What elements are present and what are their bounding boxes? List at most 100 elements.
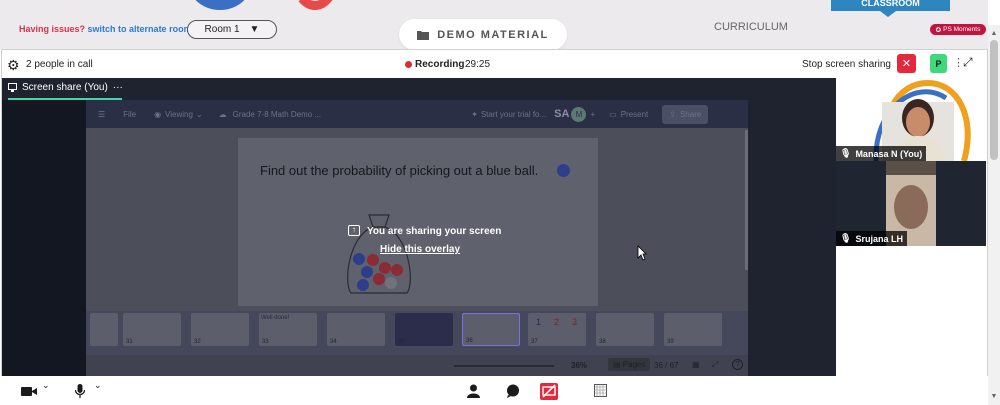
pages-icon: ▤ bbox=[613, 360, 621, 369]
thumbnail-number: 31 bbox=[126, 339, 133, 345]
caret-down-icon: ▼ bbox=[249, 24, 260, 35]
participant-name: Srujana LH bbox=[855, 233, 903, 244]
curriculum-tab[interactable]: CURRICULUM bbox=[714, 21, 788, 33]
add-icon: + bbox=[590, 109, 596, 119]
thumbnail-number: 34 bbox=[330, 339, 337, 345]
microphone-icon bbox=[74, 384, 86, 398]
whiteboard-button[interactable] bbox=[594, 384, 607, 400]
slide-canvas-scrollbar bbox=[745, 130, 748, 270]
doc-title: Grade 7-8 Math Demo ... bbox=[232, 109, 322, 119]
screen-share-tab-label: Screen share (You) bbox=[22, 82, 108, 93]
thumbnail-digit: 3 bbox=[572, 317, 578, 327]
alternate-room-link[interactable]: switch to alternate room bbox=[88, 24, 192, 34]
slide-thumbnail: 31 bbox=[123, 313, 181, 346]
grid-board-icon bbox=[594, 384, 607, 397]
thumbnail-digit: 2 bbox=[554, 317, 560, 327]
help-icon: ? bbox=[732, 359, 743, 370]
cloud-icon: ☁ bbox=[218, 109, 227, 119]
slide-thumbnail: 38 bbox=[596, 313, 654, 346]
blue-ball-icon bbox=[557, 164, 570, 177]
thumbnail-number: 33 bbox=[262, 339, 269, 345]
more-horizontal-icon[interactable]: ··· bbox=[113, 82, 123, 93]
eye-icon: ◉ bbox=[154, 109, 162, 119]
thumbnail-title: Well done! bbox=[261, 315, 290, 321]
hide-overlay-link[interactable]: Hide this overlay bbox=[380, 244, 460, 255]
thumbnail-number: 37 bbox=[531, 339, 538, 345]
screen-share-tab[interactable]: Screen share (You) ··· bbox=[8, 82, 123, 93]
menu-icon: ☰ bbox=[98, 109, 106, 119]
call-controls-bar bbox=[1, 376, 988, 405]
slide-thumbnail-partial bbox=[90, 313, 118, 346]
thumbnail-number: 39 bbox=[667, 339, 674, 345]
thumbnail-number: 32 bbox=[194, 339, 201, 345]
mouse-cursor-icon bbox=[637, 245, 647, 261]
slide-thumbnail: 39 bbox=[664, 313, 722, 346]
slide-thumbnail: 34 bbox=[327, 313, 385, 346]
chat-bubble-icon bbox=[507, 384, 519, 398]
zoom-level: 36% bbox=[571, 361, 588, 370]
scroll-down-icon[interactable]: ▼ bbox=[988, 393, 1000, 403]
chat-button[interactable] bbox=[506, 384, 520, 401]
microphone-icon: 🎙 bbox=[840, 148, 852, 158]
microphone-options-chevron-icon[interactable]: ⌄ bbox=[94, 380, 102, 391]
pages-button: ▤ Pages bbox=[608, 358, 651, 371]
grid-view-icon: ▦ bbox=[692, 360, 700, 369]
share-overlay-icon: ↑ bbox=[348, 225, 360, 236]
participant-name: Manasa N (You) bbox=[855, 148, 923, 159]
camera-options-chevron-icon[interactable]: ⌄ bbox=[42, 380, 50, 391]
file-menu: File bbox=[123, 109, 137, 119]
camera-toggle[interactable] bbox=[21, 384, 37, 400]
shared-status-bar: 36% ▤ Pages 36 / 67 ▦ ⤢ ? bbox=[86, 355, 748, 376]
pages-label: Pages bbox=[622, 360, 646, 369]
chevron-down-icon: ⌄ bbox=[195, 109, 203, 119]
microphone-toggle[interactable] bbox=[74, 384, 86, 401]
video-tile-participant[interactable]: 🎙 Srujana LH bbox=[836, 161, 986, 246]
slide-question: Find out the probability of picking out … bbox=[260, 163, 539, 178]
classroom-tab-notch bbox=[880, 11, 896, 17]
person-icon bbox=[467, 384, 480, 398]
issue-notice: Having issues? switch to alternate room bbox=[19, 24, 192, 34]
ps-moments-label: PS Moments bbox=[943, 26, 981, 33]
page-indicator: 36 / 67 bbox=[654, 361, 679, 370]
video-tile-self[interactable]: 🎙 Manasa N (You) bbox=[836, 78, 986, 161]
scroll-up-icon[interactable]: ▲ bbox=[988, 30, 1000, 40]
zoom-slider bbox=[454, 365, 554, 367]
room-select[interactable]: Room 1 ▼ bbox=[187, 20, 277, 39]
recording-dot-icon bbox=[405, 61, 412, 68]
screen-share-icon bbox=[8, 83, 17, 92]
moments-icon: ✪ bbox=[935, 26, 942, 34]
participants-button[interactable] bbox=[467, 384, 480, 401]
shared-left-panel bbox=[2, 100, 86, 376]
slide-thumbnail: 32 bbox=[191, 313, 249, 346]
demo-material-button[interactable]: DEMO MATERIAL bbox=[399, 19, 567, 50]
thumbnail-number: 36 bbox=[466, 338, 473, 344]
share-doc-label: Share bbox=[679, 109, 702, 119]
shared-right-gutter bbox=[748, 100, 836, 376]
participant-name-tag: 🎙 Srujana LH bbox=[836, 231, 907, 246]
participant-name-tag: 🎙 Manasa N (You) bbox=[836, 146, 927, 161]
video-camera-icon bbox=[21, 387, 37, 396]
stop-sharing-label: Stop screen sharing bbox=[802, 59, 891, 70]
sharing-overlay-message: You are sharing your screen bbox=[367, 226, 502, 237]
microphone-icon: 🎙 bbox=[840, 233, 852, 243]
fullscreen-icon[interactable]: ⤢ bbox=[963, 55, 973, 70]
classroom-tab[interactable]: CLASSROOM bbox=[831, 0, 950, 11]
room-select-value: Room 1 bbox=[204, 24, 240, 35]
thumbnail-digit: 1 bbox=[536, 317, 542, 327]
self-avatar[interactable]: P bbox=[930, 54, 947, 73]
stop-sharing-button[interactable]: ✕ bbox=[897, 54, 916, 73]
ps-moments-button[interactable]: ✪ PS Moments bbox=[930, 24, 986, 35]
trial-icon: ✦ bbox=[471, 109, 478, 119]
gear-icon[interactable]: ⚙ bbox=[7, 57, 20, 74]
issue-prefix: Having issues? bbox=[19, 24, 86, 34]
close-icon: ✕ bbox=[901, 58, 912, 70]
expand-view-icon: ⤢ bbox=[712, 360, 719, 369]
scrollbar-thumb[interactable] bbox=[990, 40, 998, 160]
slide-thumbnail: 1 2 3 37 bbox=[528, 313, 586, 346]
share-doc-button: ⇪ Share bbox=[662, 104, 709, 124]
stop-screen-share-button[interactable] bbox=[540, 383, 558, 403]
demo-material-label: DEMO MATERIAL bbox=[437, 28, 549, 41]
recording-label: Recording bbox=[415, 59, 465, 70]
people-count: 2 people in call bbox=[26, 59, 93, 70]
collaborator-m: M bbox=[571, 106, 587, 122]
